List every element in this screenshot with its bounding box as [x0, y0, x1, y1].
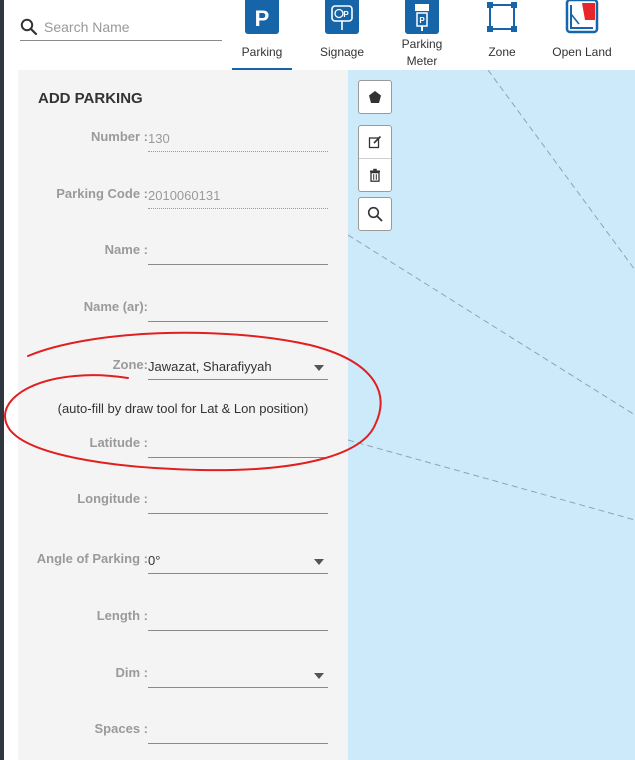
- angle-select[interactable]: 0°: [148, 549, 328, 574]
- form-row-name-ar: Name (ar):: [18, 292, 348, 322]
- tab-label: Signage: [319, 45, 365, 59]
- parking-meter-icon: P: [405, 0, 439, 34]
- app-left-edge: [0, 0, 4, 760]
- field-label: Dim :: [115, 665, 149, 680]
- form-row-spaces: Spaces :: [18, 714, 348, 744]
- svg-text:P: P: [419, 16, 425, 25]
- length-input[interactable]: [148, 606, 328, 631]
- form-row-length: Length :: [18, 601, 348, 631]
- tab-label-line2: Meter: [406, 54, 438, 68]
- trash-icon: [370, 168, 380, 182]
- name-ar-input[interactable]: [148, 297, 328, 322]
- spaces-input[interactable]: [148, 719, 328, 744]
- draw-polygon-icon: [369, 91, 381, 103]
- chevron-down-icon: [314, 673, 324, 679]
- field-label: Parking Code :: [56, 186, 148, 201]
- zone-polygon-icon: [485, 0, 519, 34]
- form-row-name: Name :: [18, 235, 348, 265]
- field-label: Name (ar):: [83, 299, 148, 314]
- field-label: Angle of Parking :: [36, 551, 148, 566]
- latitude-input[interactable]: [148, 433, 328, 458]
- tab-open-land[interactable]: Open Land: [550, 0, 614, 70]
- search-box: [20, 14, 222, 41]
- field-label: Latitude :: [89, 435, 149, 450]
- form-row-angle: Angle of Parking : 0°: [18, 544, 348, 574]
- add-parking-panel: ADD PARKING Number : 130 Parking Code : …: [18, 70, 348, 760]
- map-canvas[interactable]: [348, 70, 635, 760]
- latlon-hint: (auto-fill by draw tool for Lat & Lon po…: [57, 401, 309, 416]
- tab-label-line1: Parking: [401, 37, 443, 51]
- parking-code-field: 2010060131: [148, 184, 328, 209]
- search-tool-group: [358, 197, 392, 231]
- field-label: Spaces :: [94, 721, 148, 736]
- zone-select-value: Jawazat, Sharafiyyah: [148, 359, 272, 374]
- draw-polygon-button[interactable]: [359, 81, 391, 113]
- zone-select[interactable]: Jawazat, Sharafiyyah: [148, 355, 328, 380]
- form-row-number: Number : 130: [18, 122, 348, 152]
- field-label: Name :: [104, 242, 148, 257]
- map-search-button[interactable]: [359, 198, 391, 230]
- search-icon: [20, 18, 38, 36]
- chevron-down-icon: [314, 365, 324, 371]
- parking-p-icon: P: [245, 0, 279, 34]
- field-label: Longitude :: [77, 491, 148, 506]
- search-input[interactable]: [42, 16, 222, 38]
- longitude-input[interactable]: [148, 489, 328, 514]
- panel-title: ADD PARKING: [38, 90, 143, 107]
- form-row-longitude: Longitude :: [18, 484, 348, 514]
- top-toolbar: P Parking P Signage P Parking: [4, 0, 635, 70]
- name-input[interactable]: [148, 240, 328, 265]
- form-row-latitude: Latitude :: [18, 428, 348, 458]
- tab-label: Parking: [241, 45, 283, 59]
- draw-tool-group: [358, 80, 392, 114]
- tab-parking[interactable]: P Parking: [232, 0, 292, 70]
- tab-parking-meter[interactable]: P Parking Meter: [392, 0, 452, 70]
- chevron-down-icon: [314, 559, 324, 565]
- field-label: Number :: [90, 129, 148, 144]
- field-label: Length :: [96, 608, 148, 623]
- field-label: Zone:: [112, 357, 148, 372]
- tab-label: Open Land: [552, 45, 612, 59]
- edit-icon: [368, 135, 382, 149]
- open-land-icon: [565, 0, 599, 34]
- tab-signage[interactable]: P Signage: [312, 0, 372, 70]
- number-field: 130: [148, 127, 328, 152]
- form-row-dim: Dim :: [18, 658, 348, 688]
- signage-icon: P: [325, 0, 359, 34]
- svg-text:P: P: [343, 10, 349, 19]
- form-row-parking-code: Parking Code : 2010060131: [18, 179, 348, 209]
- form-row-zone: Zone: Jawazat, Sharafiyyah: [18, 350, 348, 380]
- edit-button[interactable]: [359, 126, 391, 158]
- dim-select[interactable]: [148, 663, 328, 688]
- delete-button[interactable]: [359, 158, 391, 191]
- tab-zone[interactable]: Zone: [472, 0, 532, 70]
- edit-tool-group: [358, 125, 392, 192]
- tab-label: Zone: [488, 45, 516, 59]
- svg-text:P: P: [255, 6, 270, 31]
- search-icon: [367, 206, 383, 222]
- angle-select-value: 0°: [148, 553, 161, 568]
